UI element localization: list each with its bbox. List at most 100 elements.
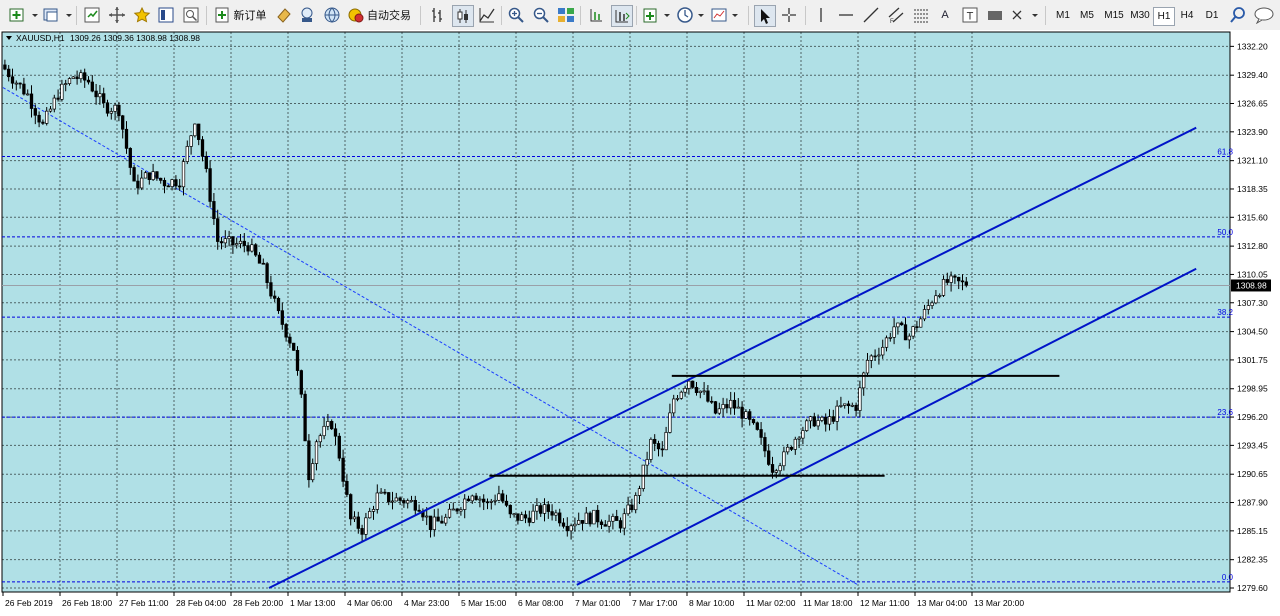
candle-body (877, 354, 881, 357)
new-order-icon[interactable] (212, 5, 232, 25)
time-label: 4 Mar 06:00 (347, 598, 393, 608)
bar-chart-icon[interactable] (427, 5, 447, 25)
candle-body (679, 391, 683, 399)
candle-body (383, 491, 387, 494)
price-chart[interactable]: 61.8 50.0 38.2 23.6 0.0 1332.20 1329.40 1326.6… (0, 30, 1280, 616)
candle-body (295, 349, 300, 371)
timeframe-m1[interactable]: M1 (1052, 7, 1074, 24)
candle-body (326, 421, 330, 427)
timeframe-d1[interactable]: D1 (1201, 7, 1223, 24)
candle-body (592, 509, 596, 525)
zoom-out-icon[interactable] (531, 5, 551, 25)
candle-body (865, 360, 870, 374)
profiles-icon[interactable] (42, 5, 72, 25)
price-label: 1318.35 (1237, 184, 1268, 194)
candlestick-chart-icon[interactable] (452, 5, 474, 27)
candle-body (341, 457, 345, 482)
terminal-icon[interactable] (156, 5, 176, 25)
candle-body (611, 516, 615, 522)
fibonacci-icon[interactable] (911, 5, 931, 25)
timeframe-m5[interactable]: M5 (1076, 7, 1098, 24)
timeframe-h4[interactable]: H4 (1176, 7, 1198, 24)
label-tool-icon[interactable]: T (960, 5, 980, 25)
horizontal-line-icon[interactable] (836, 5, 856, 25)
chart-window[interactable]: 61.8 50.0 38.2 23.6 0.0 1332.20 1329.40 1326.6… (0, 30, 1280, 616)
tile-windows-icon[interactable] (556, 5, 576, 25)
cursor-icon[interactable] (754, 5, 776, 27)
search-icon[interactable] (1228, 5, 1248, 25)
candle-body (603, 524, 607, 527)
candle-body (907, 335, 911, 341)
expert-advisor-icon[interactable] (274, 5, 294, 25)
equidistant-channel-icon[interactable]: F (886, 5, 906, 25)
candle-body (117, 104, 121, 117)
candle-body (869, 355, 873, 361)
candle-body (52, 97, 56, 110)
auto-trading-icon[interactable] (346, 5, 366, 25)
candle-body (558, 512, 562, 524)
candle-body (330, 421, 334, 430)
candle-body (732, 399, 737, 409)
candle-body (132, 167, 136, 182)
crosshair-icon[interactable] (779, 5, 799, 25)
candle-body (630, 504, 634, 511)
candle-body (368, 511, 372, 519)
templates-icon[interactable] (710, 5, 740, 25)
candle-body (831, 416, 835, 422)
candle-body (535, 505, 539, 512)
candle-body (926, 305, 930, 310)
chart-shift-icon[interactable] (586, 5, 606, 25)
candle-body (216, 218, 220, 242)
candle-body (805, 420, 809, 431)
indicators-icon[interactable] (642, 5, 672, 25)
svg-text:T: T (967, 11, 974, 23)
candle-body (265, 263, 269, 283)
candle-body (835, 405, 839, 422)
candle-body (425, 515, 429, 518)
candle-body (896, 322, 900, 328)
candle-body (394, 497, 398, 502)
candle-body (729, 399, 733, 409)
text-tool-icon[interactable]: A (935, 5, 955, 25)
candle-body (622, 513, 626, 529)
auto-trading-button[interactable]: 自动交易 (366, 5, 412, 25)
favorites-icon[interactable] (132, 5, 152, 25)
arrows-icon[interactable] (1010, 5, 1040, 25)
zoom-in-icon[interactable] (506, 5, 526, 25)
candle-body (584, 512, 588, 524)
candle-body (337, 435, 341, 459)
candle-body (938, 295, 942, 297)
timeframe-h1[interactable]: H1 (1153, 7, 1175, 26)
timeframe-m30[interactable]: M30 (1127, 7, 1153, 24)
ohlc-values: 1309.26 1309.36 1308.98 1308.98 (70, 33, 200, 43)
candle-body (10, 76, 15, 84)
chat-icon[interactable] (1253, 5, 1275, 25)
market-watch-icon[interactable] (82, 5, 102, 25)
candle-body (94, 90, 98, 98)
candle-body (208, 168, 212, 202)
new-order-button[interactable]: 新订单 (232, 5, 268, 25)
candle-body (656, 443, 661, 450)
navigator-icon[interactable] (107, 5, 127, 25)
periods-icon[interactable] (676, 5, 706, 25)
vertical-line-icon[interactable] (811, 5, 831, 25)
candle-body (501, 493, 505, 502)
candle-body (626, 504, 630, 515)
candle-body (212, 201, 216, 220)
candle-body (200, 139, 205, 157)
signals-icon[interactable] (297, 5, 317, 25)
market-icon[interactable] (322, 5, 342, 25)
candle-body (273, 295, 277, 299)
time-label: 13 Mar 04:00 (917, 598, 967, 608)
timeframe-m15[interactable]: M15 (1101, 7, 1127, 24)
new-chart-icon[interactable] (8, 5, 38, 25)
candle-body (588, 512, 592, 525)
trend-line-icon[interactable] (861, 5, 881, 25)
candle-body (64, 83, 68, 85)
candle-body (246, 245, 250, 252)
plot-area (1, 31, 1231, 593)
rectangle-icon[interactable] (985, 5, 1005, 25)
strategy-tester-icon[interactable] (181, 5, 201, 25)
auto-scroll-icon[interactable] (611, 5, 633, 27)
line-chart-icon[interactable] (477, 5, 497, 25)
